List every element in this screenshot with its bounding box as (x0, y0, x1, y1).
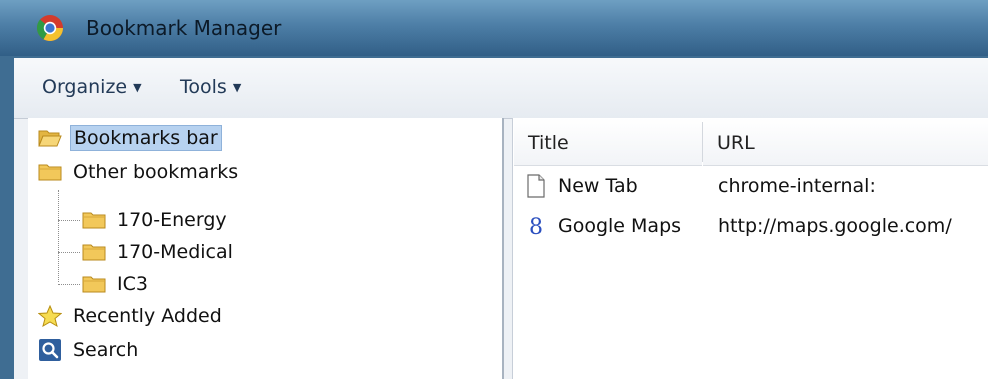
tree-item-other-bookmarks[interactable]: Other bookmarks (38, 156, 241, 188)
tree-item-label: Recently Added (73, 305, 222, 327)
folder-icon (82, 276, 106, 293)
chevron-down-icon: ▼ (232, 81, 242, 94)
tree-guide-branch (58, 284, 80, 285)
tree-guide-line (58, 190, 59, 282)
chevron-down-icon: ▼ (133, 81, 142, 94)
svg-text:8: 8 (529, 215, 543, 238)
bookmark-manager-window: Bookmark Manager Organize ▼ Tools ▼ Bookma… (0, 0, 988, 379)
tools-menu-label: Tools (180, 76, 227, 98)
tree-guide-branch (58, 252, 80, 253)
organize-menu-button[interactable]: Organize ▼ (42, 76, 142, 98)
page-icon (527, 174, 545, 198)
bookmark-url: chrome-internal: (718, 175, 876, 197)
bookmark-url: http://maps.google.com/ (718, 215, 952, 237)
tree-item-recently-added[interactable]: Recently Added (38, 300, 225, 332)
folder-icon (82, 244, 106, 261)
folder-icon (38, 164, 62, 181)
tree-item-search[interactable]: Search (38, 334, 141, 366)
tree-item-ic3[interactable]: IC3 (82, 268, 151, 300)
tree-item-label: 170-Medical (117, 241, 233, 263)
google-g-icon: 8 (529, 215, 543, 238)
search-icon (39, 339, 61, 361)
tree-item-label: Other bookmarks (73, 161, 239, 183)
tree-item-170-energy[interactable]: 170-Energy (82, 204, 230, 236)
bookmark-row[interactable]: New Tab chrome-internal: (512, 170, 988, 202)
star-icon (38, 305, 62, 327)
window-title: Bookmark Manager (86, 16, 282, 40)
tree-item-170-medical[interactable]: 170-Medical (82, 236, 236, 268)
bookmark-title: Google Maps (558, 215, 682, 237)
bookmark-row[interactable]: 8 Google Maps http://maps.google.com/ (512, 210, 988, 242)
tree-item-label: IC3 (117, 273, 148, 295)
tools-menu-button[interactable]: Tools ▼ (180, 76, 241, 98)
title-bar[interactable]: Bookmark Manager (0, 0, 988, 56)
folder-open-icon (38, 130, 62, 147)
organize-menu-label: Organize (42, 76, 128, 98)
bookmark-title-cell: New Tab (526, 174, 638, 198)
bookmark-title-cell: 8 Google Maps (526, 214, 681, 238)
tree-item-label: Search (73, 339, 139, 361)
tree-guide-branch (58, 220, 80, 221)
column-header-url[interactable]: URL (703, 118, 988, 166)
toolbar: Organize ▼ Tools ▼ (14, 58, 988, 119)
folder-icon (82, 212, 106, 229)
bookmark-title: New Tab (558, 175, 638, 197)
tree-item-bookmarks-bar[interactable]: Bookmarks bar (38, 122, 222, 154)
column-header-title[interactable]: Title (514, 118, 702, 166)
tree-item-label: Bookmarks bar (70, 125, 222, 151)
chrome-logo-icon (36, 15, 64, 42)
tree-item-label: 170-Energy (117, 209, 227, 231)
